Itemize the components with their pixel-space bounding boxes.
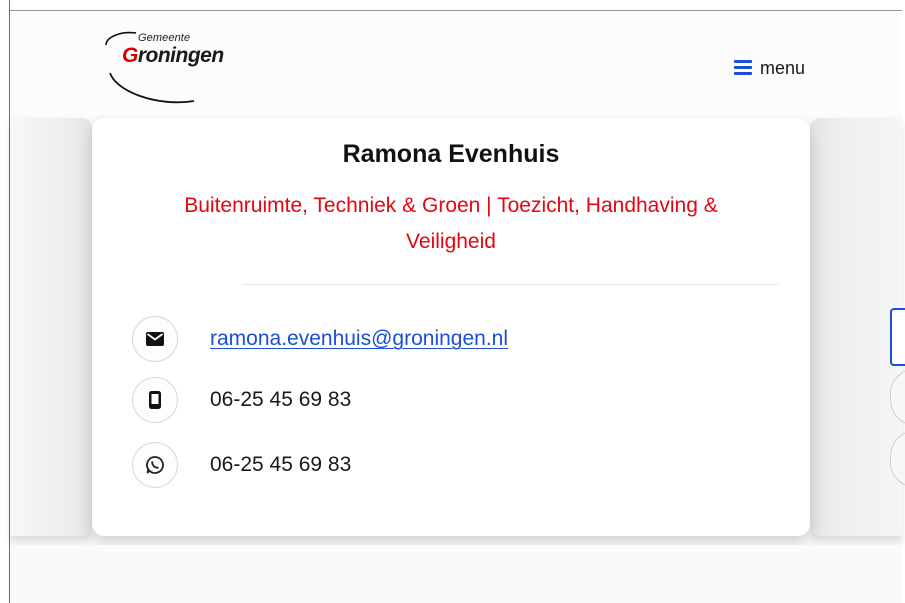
email-link[interactable]: ramona.evenhuis@groningen.nl	[210, 327, 508, 351]
mobile-phone-icon	[132, 377, 178, 423]
menu-button[interactable]: menu	[734, 54, 805, 82]
site-header: Gemeente Groningen menu	[10, 11, 902, 115]
next-card-contact-button[interactable]	[890, 368, 905, 426]
page-background-bottom	[10, 545, 902, 603]
contact-card: Ramona Evenhuis Buitenruimte, Techniek &…	[92, 118, 810, 536]
logo-name-rest: roningen	[137, 44, 224, 67]
next-card-contact-button[interactable]	[890, 308, 905, 366]
contact-name: Ramona Evenhuis	[342, 140, 560, 168]
next-card-contact-button[interactable]	[890, 430, 905, 488]
whatsapp-row: 06-25 45 69 83	[132, 440, 351, 490]
logo-subtitle: Gemeente	[138, 32, 191, 44]
whatsapp-icon	[132, 442, 178, 488]
phone-row: 06-25 45 69 83	[132, 375, 351, 425]
carousel-next-card[interactable]	[810, 118, 905, 536]
hamburger-menu-icon	[734, 60, 752, 76]
window-frame-left	[0, 0, 10, 603]
carousel-previous-card[interactable]	[10, 118, 92, 536]
card-divider	[242, 284, 778, 285]
menu-label: menu	[760, 57, 806, 78]
whatsapp-number[interactable]: 06-25 45 69 83	[210, 453, 351, 477]
envelope-icon	[132, 316, 178, 362]
page: Gemeente Groningen menu Ramona Evenhuis …	[0, 0, 905, 603]
logo-name: Groningen	[122, 44, 224, 68]
window-frame-top	[0, 0, 905, 11]
contact-department: Buitenruimte, Techniek & Groen | Toezich…	[184, 194, 718, 253]
logo-name-first-letter: G	[122, 44, 138, 67]
email-row: ramona.evenhuis@groningen.nl	[132, 314, 508, 364]
gemeente-groningen-logo[interactable]: Gemeente Groningen	[96, 29, 224, 115]
phone-number[interactable]: 06-25 45 69 83	[210, 388, 351, 412]
